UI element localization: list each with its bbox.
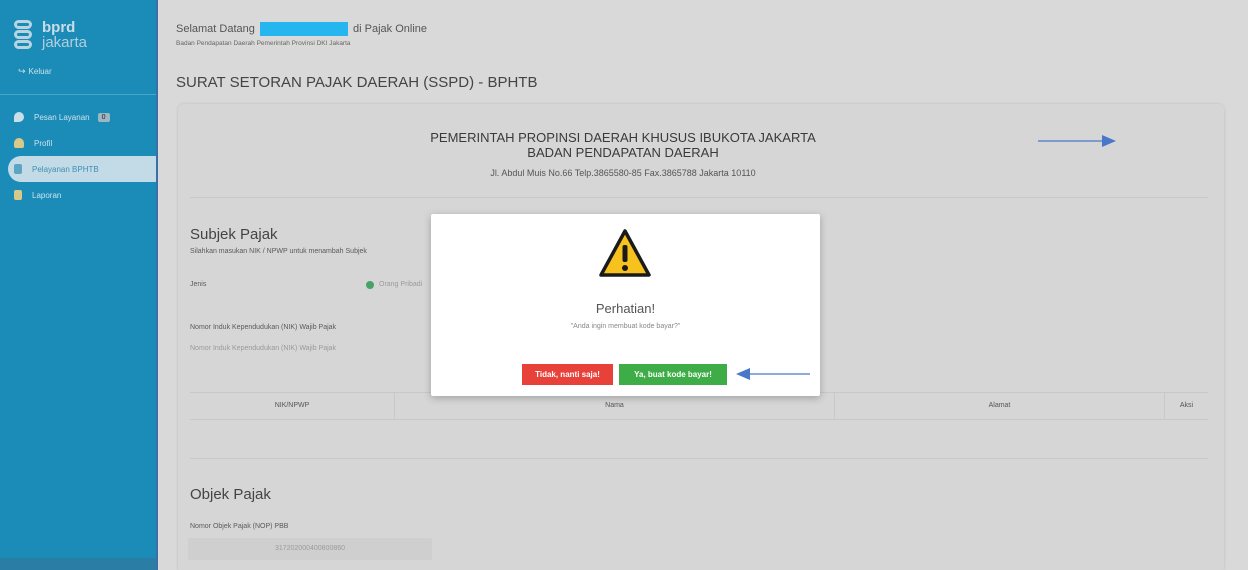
welcome-prefix: Selamat Datang [176,22,255,35]
nop-field[interactable]: 317202000400800860 [188,538,432,560]
divider [190,197,1208,198]
report-icon [14,190,22,200]
annotation-arrow-icon [736,368,810,380]
nik-label: Nomor Induk Kependudukan (NIK) Wajib Paj… [190,324,337,331]
letterhead-address: Jl. Abdul Muis No.66 Telp.3865580-85 Fax… [490,168,756,178]
nik-input[interactable]: Nomor Induk Kependudukan (NIK) Wajib Paj… [190,345,336,352]
jenis-label: Jenis [190,281,207,288]
col-aksi: Aksi [1179,402,1194,409]
divider [190,458,1208,459]
subjek-table-header: NIK/NPWP Nama Alamat Aksi [190,392,1208,420]
col-nama: Nama [395,393,835,419]
message-count-badge: 0 [97,112,110,122]
subjek-hint: Silahkan masukan NIK / NPWP untuk menamb… [190,248,367,255]
logout-link[interactable]: ↪ Keluar [18,66,52,77]
sidebar-item-pesan-layanan[interactable]: Pesan Layanan 0 [0,104,156,130]
objek-title: Objek Pajak [190,486,271,503]
sidebar-item-label: Pesan Layanan [34,112,90,122]
redacted-username [259,22,348,36]
warning-icon [599,229,651,277]
nop-label: Nomor Objek Pajak (NOP) PBB [190,523,289,530]
confirm-button[interactable]: Ya, buat kode bayar! [619,364,727,385]
col-alamat: Alamat [835,393,1165,419]
logo-text-line2: jakarta [42,34,88,51]
logout-label: Keluar [28,67,52,76]
logo-text-line1: bprd [42,19,76,36]
messages-icon [14,112,24,122]
bprd-logo[interactable]: bprd jakarta [14,20,87,52]
dialog-title: Perhatian! [595,301,656,316]
sidebar-item-laporan[interactable]: Laporan [0,182,156,208]
welcome-suffix: di Pajak Online [353,22,428,35]
sidebar-footer [0,558,156,570]
sidebar-divider [0,94,156,95]
dialog-message: "Anda ingin membuat kode bayar?" [570,323,681,330]
sidebar: bprd jakarta ↪ Keluar Pesan Layanan 0 Pr… [0,0,158,570]
cancel-button[interactable]: Tidak, nanti saja! [522,364,613,385]
header-subtitle: Badan Pendapatan Daerah Pemerintah Provi… [176,40,351,47]
col-nik-npwp: NIK/NPWP [190,393,395,419]
page-header: Selamat Datang di Pajak Online Badan Pen… [160,0,1248,95]
radio-label: Orang Pribadi [379,281,423,288]
logo-icon [14,20,34,52]
annotation-arrow-icon [1038,135,1116,147]
subjek-title: Subjek Pajak [190,226,278,243]
welcome-text: Selamat Datang di Pajak Online [176,22,427,36]
page-title: SURAT SETORAN PAJAK DAERAH (SSPD) - BPHT… [176,74,538,91]
radio-orang-pribadi[interactable] [366,281,374,289]
sidebar-item-label: Laporan [32,190,62,200]
logout-icon: ↪ [18,66,26,76]
